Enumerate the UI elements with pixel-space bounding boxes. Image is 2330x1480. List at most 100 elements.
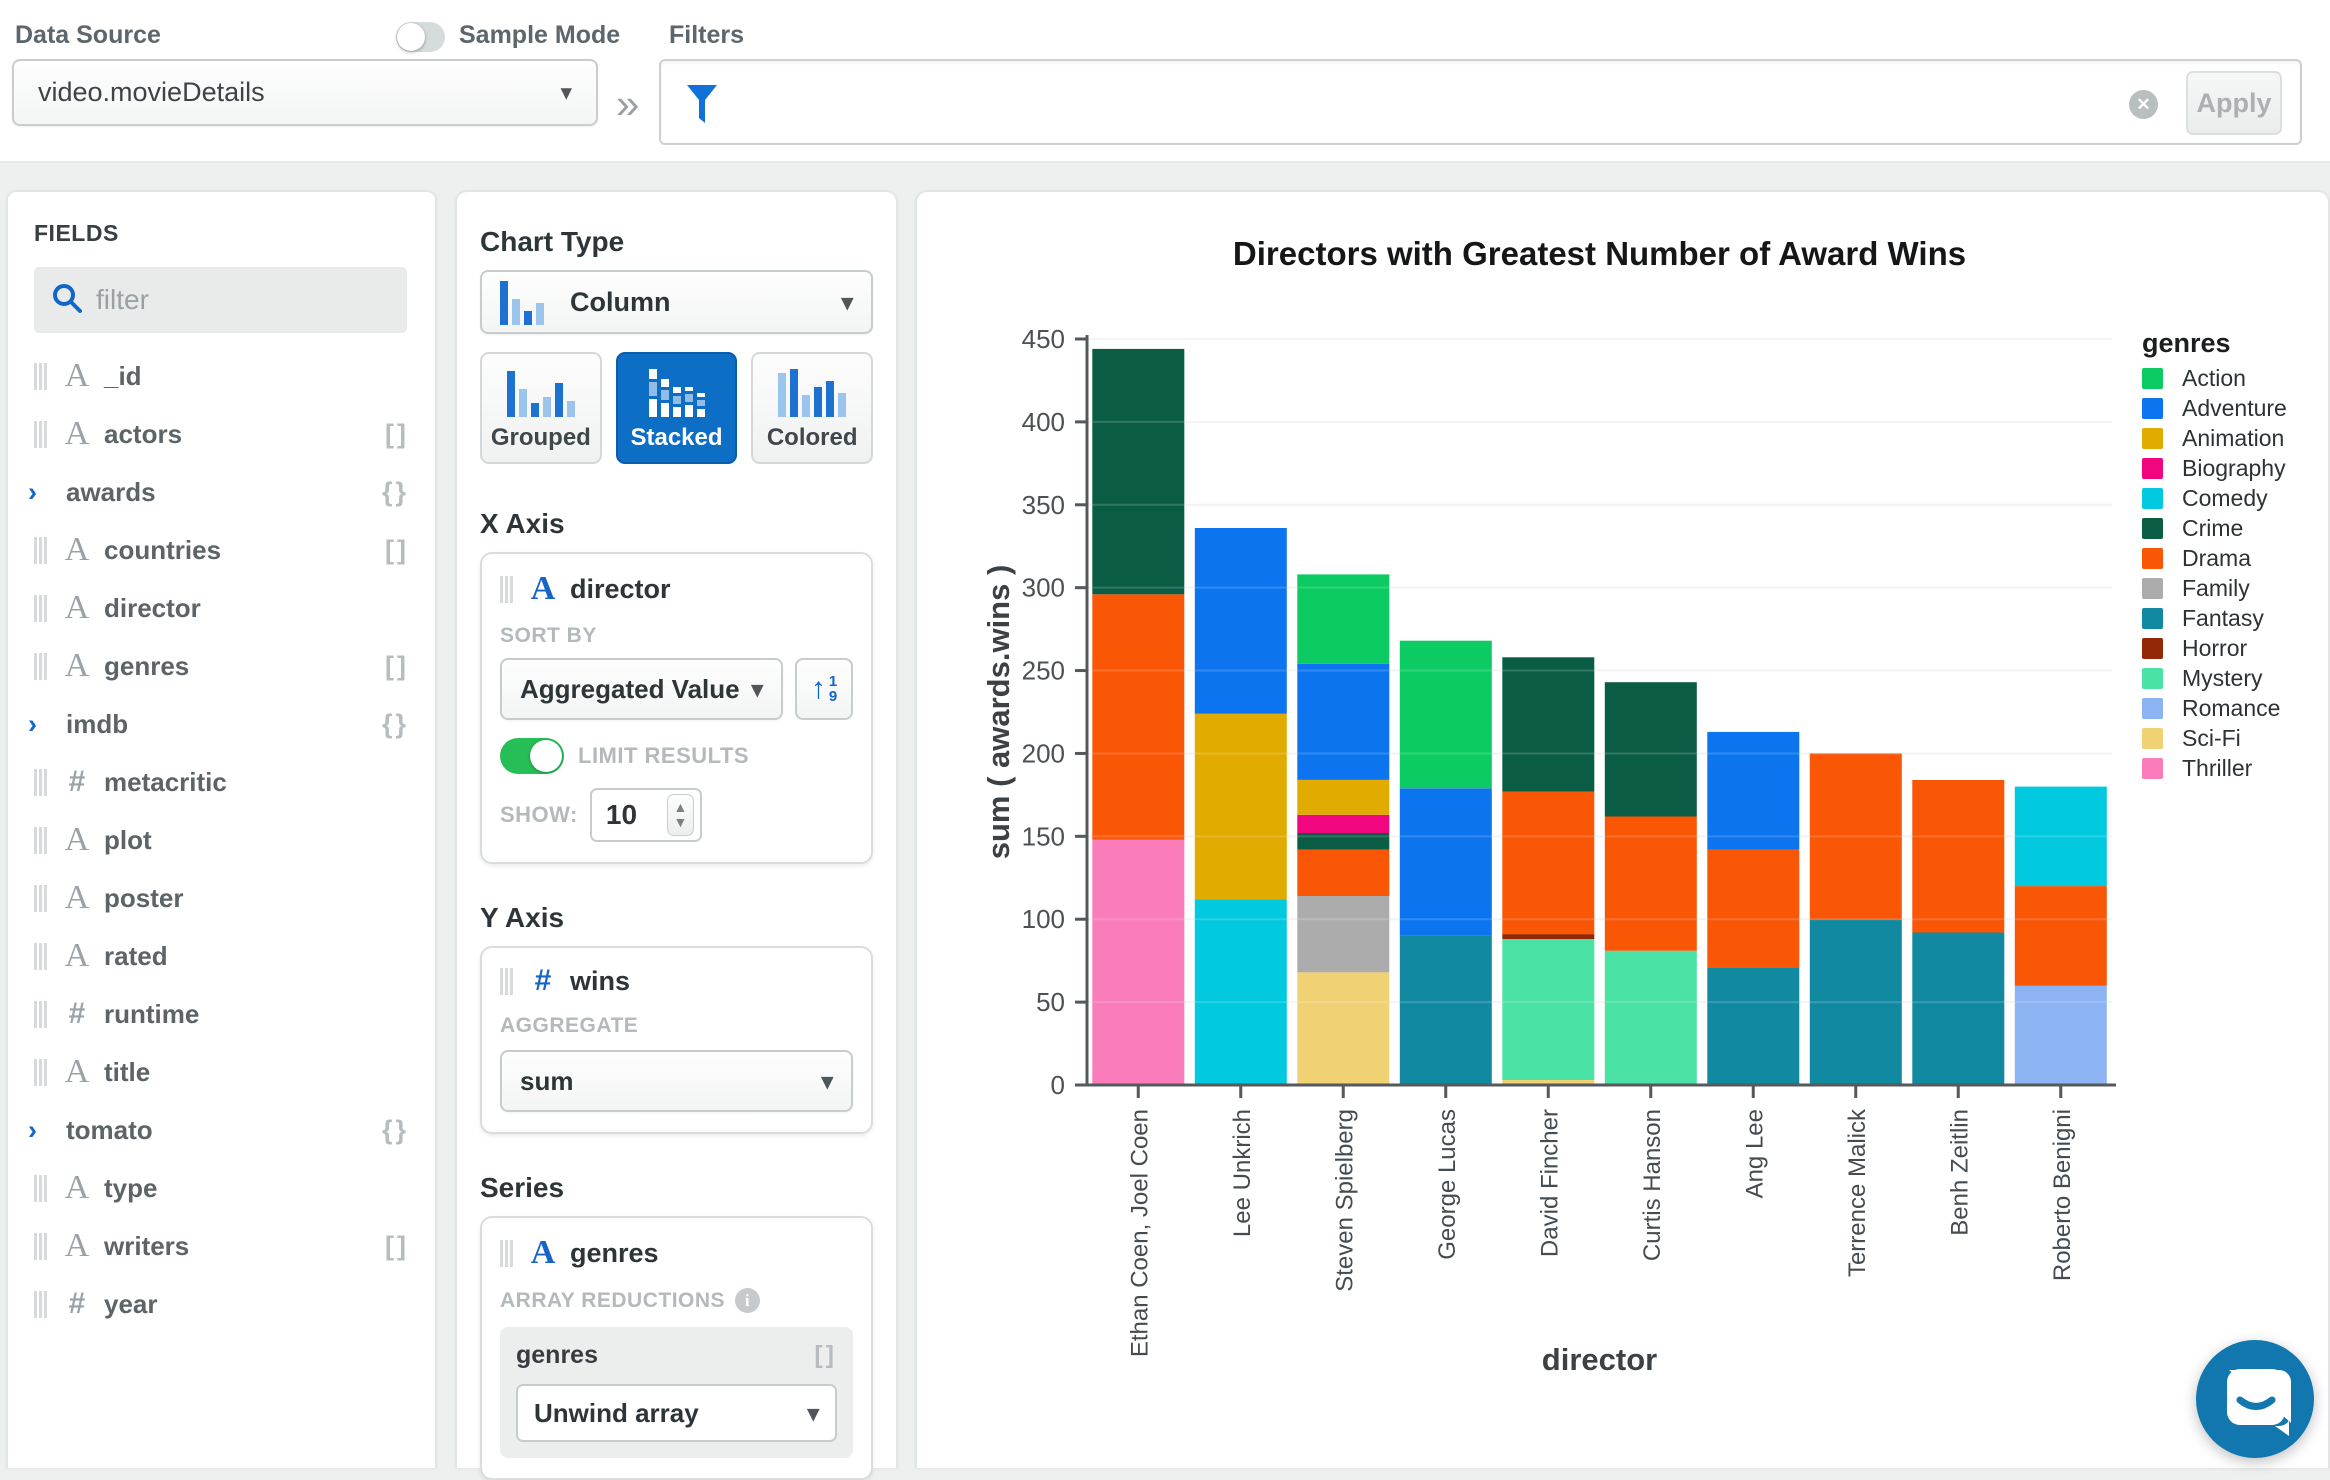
sort-by-select[interactable]: Aggregated Value ▾ [500, 658, 783, 720]
bar-segment-crime[interactable] [1502, 657, 1594, 791]
reduction-select[interactable]: Unwind array ▾ [516, 1384, 837, 1442]
x-axis-field[interactable]: A director [500, 570, 853, 608]
field-row-tomato[interactable]: ›tomato {} [8, 1101, 435, 1159]
legend-label: Adventure [2182, 395, 2287, 421]
bar-segment-comedy[interactable] [1195, 899, 1287, 1085]
limit-results-toggle[interactable] [500, 738, 564, 774]
bar-segment-mystery[interactable] [1502, 939, 1594, 1080]
field-row-writers[interactable]: Awriters[] [8, 1217, 435, 1275]
bar-segment-drama[interactable] [1707, 850, 1799, 968]
field-row-director[interactable]: Adirector [8, 579, 435, 637]
field-row-_id[interactable]: A_id [8, 347, 435, 405]
y-axis-field[interactable]: # wins [500, 964, 853, 998]
bar-segment-mystery[interactable] [1605, 951, 1697, 1085]
number-type-icon: # [56, 765, 98, 799]
legend-swatch-romance [2142, 698, 2163, 719]
bar-segment-sci-fi[interactable] [1297, 972, 1389, 1085]
bar-segment-fantasy[interactable] [1400, 936, 1492, 1085]
clear-filter-icon[interactable]: ✕ [2129, 90, 2158, 119]
drag-handle-icon [34, 769, 47, 796]
bar-segment-drama[interactable] [1092, 594, 1184, 839]
bar-segment-crime[interactable] [1092, 349, 1184, 594]
fields-filter-input[interactable] [96, 284, 389, 316]
data-source-select[interactable]: video.movieDetails ▾ [12, 59, 598, 126]
aggregate-label: AGGREGATE [500, 1014, 853, 1038]
field-name: tomato [66, 1115, 153, 1146]
info-icon[interactable]: i [735, 1288, 760, 1313]
bar-segment-adventure[interactable] [1195, 528, 1287, 714]
field-name: actors [104, 419, 182, 450]
legend-swatch-family [2142, 578, 2163, 599]
legend-label: Biography [2182, 455, 2286, 481]
bar-segment-adventure[interactable] [1707, 732, 1799, 850]
string-type-icon: A [522, 570, 564, 608]
field-row-imdb[interactable]: ›imdb{} [8, 695, 435, 753]
sort-direction-button[interactable]: ↑ 19 [795, 658, 853, 720]
expand-chevron-icon[interactable]: › [28, 709, 60, 740]
bar-segment-drama[interactable] [2015, 886, 2107, 986]
array-reduction-box: genres [] Unwind array ▾ [500, 1327, 853, 1458]
expand-chevron-icon[interactable]: › [28, 477, 60, 508]
bar-segment-action[interactable] [1400, 641, 1492, 789]
grouped-mode-button[interactable]: Grouped [480, 352, 602, 464]
field-row-genres[interactable]: Agenres[] [8, 637, 435, 695]
field-row-year[interactable]: #year [8, 1275, 435, 1333]
bar-segment-drama[interactable] [1912, 780, 2004, 933]
array-brackets-icon: [] [814, 1341, 837, 1370]
field-row-countries[interactable]: Acountries[] [8, 521, 435, 579]
drag-handle-icon [500, 1240, 513, 1267]
field-row-rated[interactable]: Arated [8, 927, 435, 985]
fields-panel: FIELDS A_idAactors[]›awards{}Acountries[… [6, 190, 437, 1468]
x-tick-label: Ethan Coen, Joel Coen [1126, 1109, 1153, 1357]
bar-segment-romance[interactable] [2015, 986, 2107, 1086]
stacked-mode-button[interactable]: Stacked [616, 352, 738, 464]
field-row-runtime[interactable]: #runtime [8, 985, 435, 1043]
bar-segment-animation[interactable] [1195, 714, 1287, 900]
field-row-actors[interactable]: Aactors[] [8, 405, 435, 463]
bar-segment-thriller[interactable] [1092, 840, 1184, 1085]
bar-segment-crime[interactable] [1605, 682, 1697, 816]
field-name: year [104, 1289, 158, 1320]
number-stepper[interactable]: ▲▼ [667, 794, 694, 836]
bar-segment-animation[interactable] [1297, 780, 1389, 815]
bar-segment-biography[interactable] [1297, 815, 1389, 833]
chat-launcher-button[interactable] [2196, 1340, 2314, 1458]
show-label: SHOW: [500, 802, 578, 828]
bar-segment-drama[interactable] [1502, 792, 1594, 935]
apply-button[interactable]: Apply [2186, 71, 2282, 135]
series-field[interactable]: A genres [500, 1234, 853, 1272]
bar-segment-family[interactable] [1297, 896, 1389, 972]
drag-handle-icon [34, 421, 47, 448]
field-row-plot[interactable]: Aplot [8, 811, 435, 869]
string-type-icon: A [56, 647, 98, 685]
bar-segment-adventure[interactable] [1297, 664, 1389, 780]
chart-area: 050100150200250300350400450Ethan Coen, J… [915, 190, 2330, 1468]
field-row-awards[interactable]: ›awards{} [8, 463, 435, 521]
field-row-title[interactable]: Atitle [8, 1043, 435, 1101]
object-braces-icon: {} [382, 1115, 409, 1146]
chart-type-select[interactable]: Column ▾ [480, 270, 873, 334]
field-name: imdb [66, 709, 128, 740]
field-row-poster[interactable]: Aposter [8, 869, 435, 927]
bar-segment-fantasy[interactable] [1707, 967, 1799, 1085]
colored-mode-button[interactable]: Colored [751, 352, 873, 464]
field-name: awards [66, 477, 156, 508]
show-count-input[interactable] [606, 799, 652, 831]
aggregate-select[interactable]: sum ▾ [500, 1050, 853, 1112]
expand-chevron-icon[interactable]: › [28, 1115, 60, 1146]
drag-handle-icon [34, 1291, 47, 1318]
filters-label: Filters [669, 21, 744, 50]
sort-numeric-icon: 19 [829, 674, 837, 704]
x-tick-label: Ang Lee [1741, 1109, 1768, 1198]
field-row-type[interactable]: Atype [8, 1159, 435, 1217]
sample-mode-toggle[interactable] [396, 22, 445, 52]
field-row-metacritic[interactable]: #metacritic [8, 753, 435, 811]
filter-query-input[interactable] [733, 67, 2093, 137]
drag-handle-icon [34, 1233, 47, 1260]
chart-title: Directors with Greatest Number of Award … [1233, 235, 1966, 272]
bar-segment-adventure[interactable] [1400, 788, 1492, 936]
bar-segment-drama[interactable] [1297, 850, 1389, 896]
bar-segment-horror[interactable] [1502, 934, 1594, 939]
y-axis-label: Y Axis [480, 902, 873, 934]
bar-segment-fantasy[interactable] [1912, 933, 2004, 1086]
